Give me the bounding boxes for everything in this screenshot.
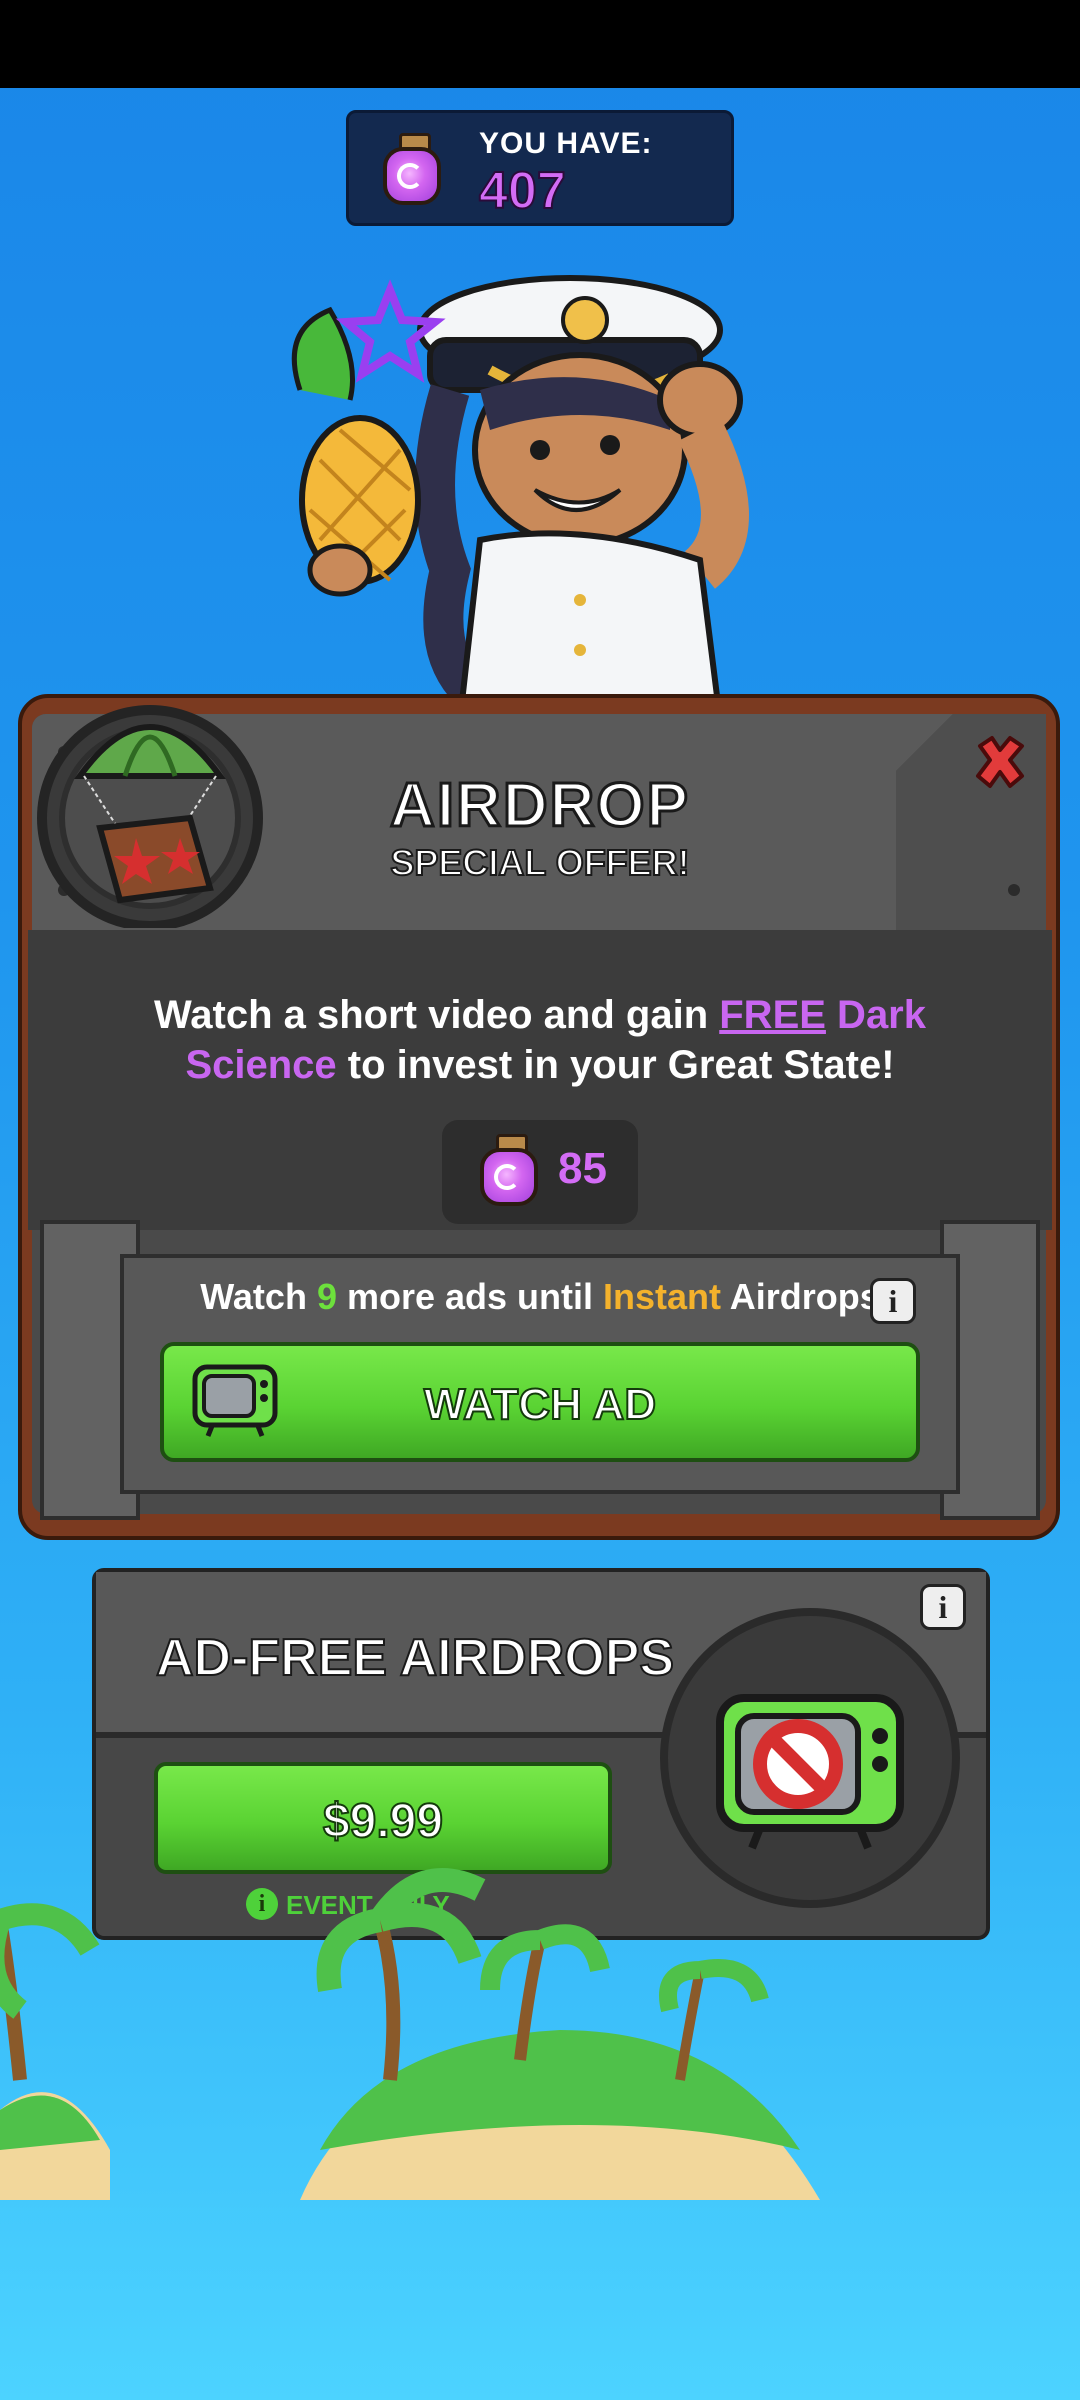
desc-dark: Dark: [825, 993, 926, 1037]
currency-value: 407: [478, 161, 567, 221]
ads-remaining-count: 9: [316, 1276, 337, 1317]
currency-label: YOU HAVE:: [479, 127, 653, 160]
reward-amount: 85: [442, 1120, 638, 1224]
watch-ad-button[interactable]: WATCH AD: [160, 1342, 920, 1462]
status-bar: [0, 0, 1080, 88]
desc-text-1: Watch a short video and gain: [153, 993, 720, 1037]
offer-title: AIRDROP: [389, 770, 690, 842]
info-icon[interactable]: i: [920, 1584, 966, 1630]
offer-subtitle: SPECIAL OFFER!: [389, 841, 690, 884]
close-icon[interactable]: [970, 732, 1030, 792]
tropical-islands-illustration: [0, 1868, 820, 2200]
desc-text-2: to invest in your Great State!: [336, 1043, 895, 1087]
watch-prefix: Watch: [200, 1276, 317, 1317]
dark-science-jar-icon: [478, 1134, 540, 1208]
ads-until-instant-text: Watch 9 more ads until Instant Airdrops: [0, 1276, 1080, 1318]
parachute-crate-icon: [37, 705, 263, 928]
reward-value: 85: [558, 1144, 607, 1193]
info-icon[interactable]: i: [870, 1278, 916, 1324]
desc-science: Science: [185, 1043, 337, 1087]
captain-character-illustration: [291, 275, 749, 720]
ad-free-title: AD-FREE AIRDROPS: [155, 1628, 675, 1688]
instant-label: Instant: [603, 1276, 722, 1317]
currency-display: YOU HAVE: 407: [346, 110, 734, 226]
watch-ad-label: WATCH AD: [423, 1379, 657, 1430]
buy-ad-free-button[interactable]: $9.99: [154, 1762, 612, 1874]
watch-suffix: Airdrops: [721, 1276, 880, 1317]
offer-description: Watch a short video and gain FREE Dark S…: [120, 990, 960, 1090]
watch-middle: more ads until: [336, 1276, 604, 1317]
free-link[interactable]: FREE: [719, 993, 826, 1037]
price-label: $9.99: [322, 1794, 444, 1849]
dark-science-jar-icon: [381, 133, 443, 207]
